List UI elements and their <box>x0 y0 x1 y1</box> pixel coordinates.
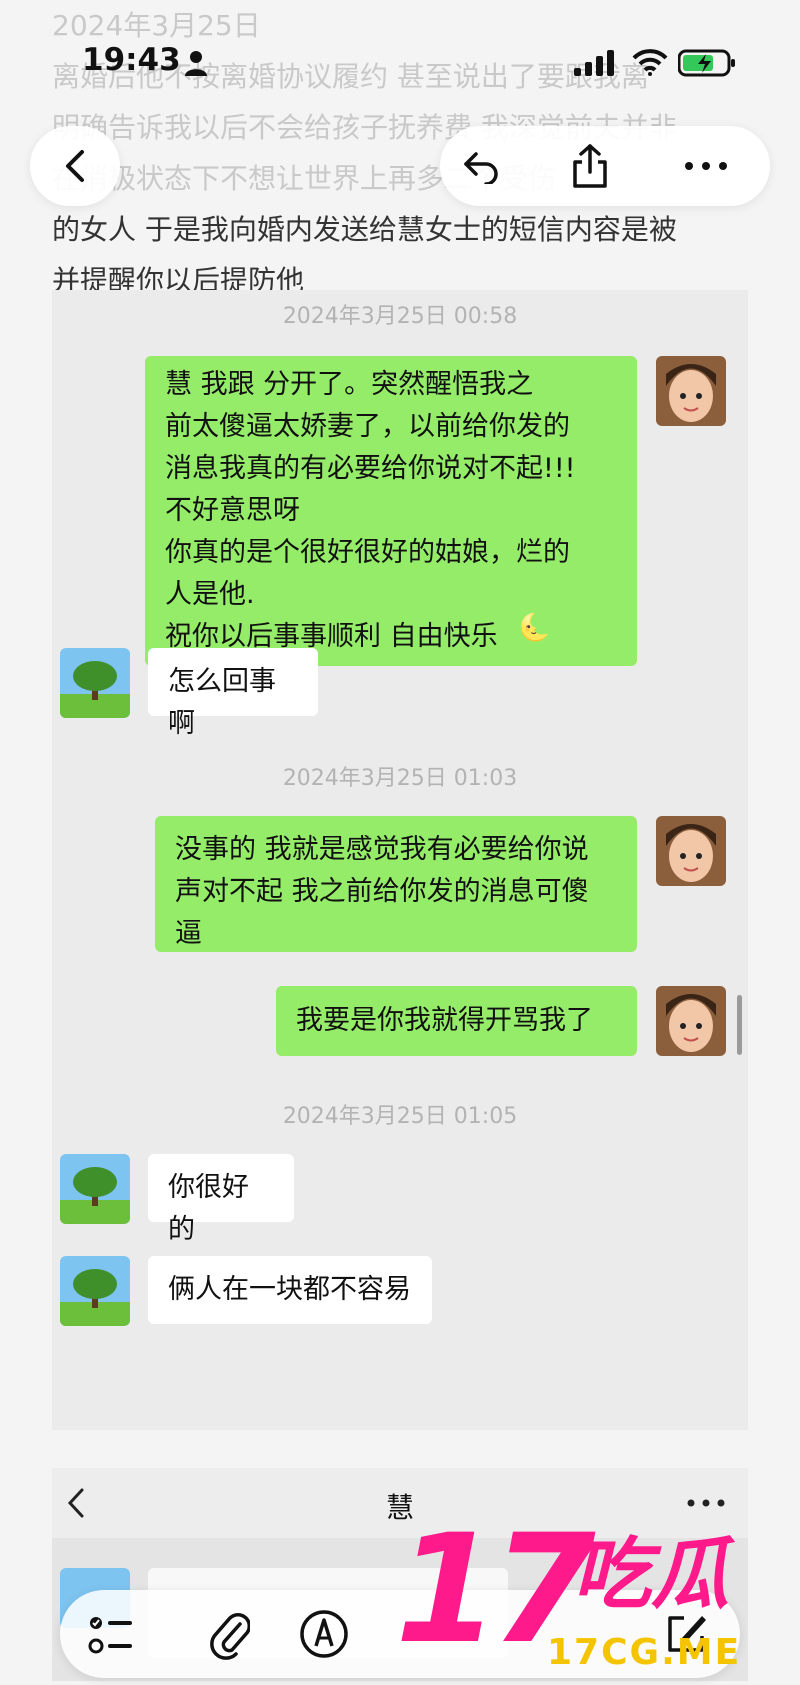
scroll-indicator[interactable] <box>737 995 742 1055</box>
message-bubble: 你很好的 <box>148 1154 294 1245</box>
markup-pen-icon[interactable] <box>298 1608 350 1660</box>
list-icon[interactable] <box>88 1612 136 1658</box>
avatar <box>60 1256 130 1326</box>
tree-avatar-icon <box>60 1256 130 1326</box>
tree-avatar-icon <box>60 1154 130 1224</box>
document-line: 的女人 于是我向婚内发送给慧女士的短信内容是被 <box>52 213 677 246</box>
wifi-icon <box>632 49 668 76</box>
message-bubble: 我要是你我就得开骂我了 <box>276 986 637 1056</box>
message-bubble: 慧 我跟 分开了。突然醒悟我之 前太傻逼太娇妻了，以前给你发的 消息我真的有必要… <box>145 356 637 666</box>
chevron-left-icon <box>66 150 84 182</box>
paperclip-icon[interactable] <box>210 1608 250 1660</box>
girl-avatar-icon <box>656 356 726 426</box>
avatar <box>60 1154 130 1224</box>
signal-icon <box>574 50 614 76</box>
watermark-name: 吃瓜 <box>573 1530 730 1620</box>
avatar <box>60 648 130 718</box>
back-button[interactable] <box>30 126 120 206</box>
tree-avatar-icon <box>60 648 130 718</box>
chat-timestamp: 2024年3月25日 01:05 <box>282 1104 518 1129</box>
message-bubble: 怎么回事啊 <box>148 648 318 739</box>
avatar <box>656 816 726 886</box>
watermark: 17 吃瓜 17CG.ME <box>395 1515 755 1685</box>
status-time: 19:43 <box>82 42 181 78</box>
more-icon[interactable] <box>686 1498 726 1508</box>
undo-button[interactable] <box>452 136 512 196</box>
chat-timestamp: 2024年3月25日 01:03 <box>282 766 518 791</box>
girl-avatar-icon <box>656 986 726 1056</box>
more-button[interactable] <box>666 136 746 196</box>
watermark-url: 17CG.ME <box>547 1632 742 1673</box>
person-icon <box>185 51 207 76</box>
chat-panel: 2024年3月25日 00:58 慧 我跟 分开了。突然醒悟我之 前太傻逼太娇妻… <box>52 290 748 1430</box>
girl-avatar-icon <box>656 816 726 886</box>
share-icon <box>573 144 607 188</box>
message-bubble: 没事的 我就是感觉我有必要给你说 声对不起 我之前给你发的消息可傻 逼 <box>155 816 637 952</box>
more-icon <box>685 162 727 170</box>
battery-icon <box>678 49 735 77</box>
emoji-icon: 🌜 <box>518 613 551 643</box>
action-group <box>440 126 770 206</box>
chat-timestamp: 2024年3月25日 00:58 <box>282 304 518 329</box>
avatar <box>656 356 726 426</box>
undo-icon <box>464 152 498 184</box>
share-button[interactable] <box>560 134 620 198</box>
message-bubble: 俩人在一块都不容易 <box>148 1256 432 1324</box>
status-bar: 19:43 <box>0 30 800 90</box>
avatar <box>656 986 726 1056</box>
